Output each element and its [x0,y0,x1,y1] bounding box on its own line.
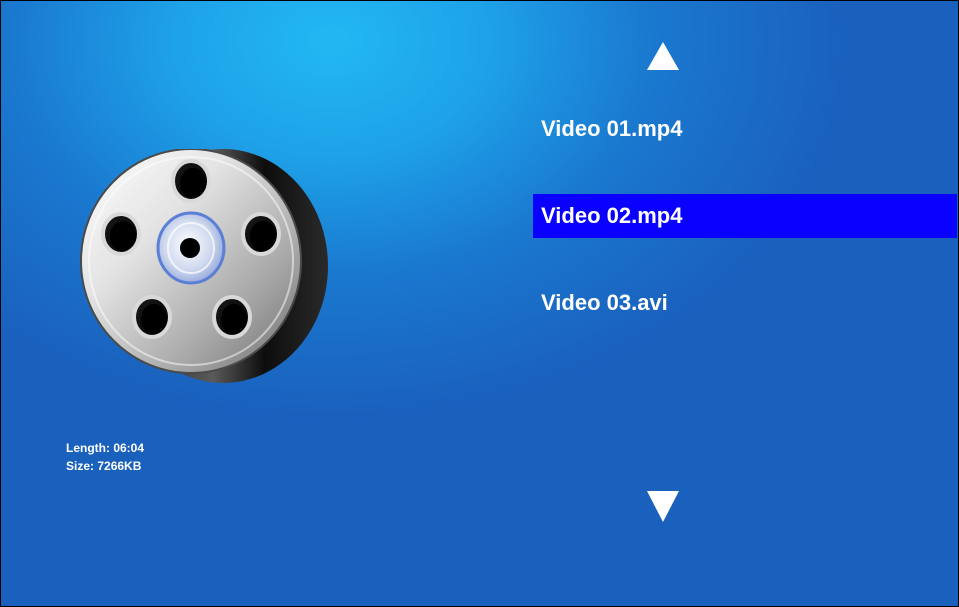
film-reel-icon [80,149,328,383]
file-info-panel: Length: 06:04 Size: 7266KB [66,439,144,475]
media-player-screen: Length: 06:04 Size: 7266KB Video 01.mp4 … [0,0,959,607]
list-item[interactable]: Video 01.mp4 [533,107,957,151]
video-size-label: Size: 7266KB [66,459,142,473]
video-file-list: Video 01.mp4 Video 02.mp4 Video 03.avi [533,107,957,368]
list-item-selected[interactable]: Video 02.mp4 [533,194,957,238]
triangle-down-icon[interactable] [647,491,679,522]
triangle-up-icon[interactable] [647,42,679,70]
video-length-label: Length: 06:04 [66,441,145,455]
list-item[interactable]: Video 03.avi [533,281,957,325]
